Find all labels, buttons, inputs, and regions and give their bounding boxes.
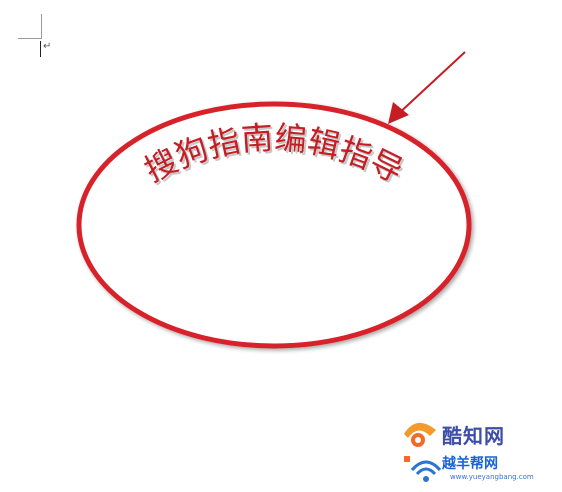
watermark-site-name-2: 越羊帮网 xyxy=(442,456,498,472)
arrow-head xyxy=(388,102,409,124)
kuzhi-logo-icon xyxy=(404,422,436,447)
watermark: 酷知网 越羊帮网 www.yueyangbang.com xyxy=(398,410,558,490)
arrow-icon xyxy=(388,51,466,124)
document-canvas: ↵ 搜狗指南编辑指导 搜狗指南编辑指导 酷知网 越羊帮网 www.yueyang… xyxy=(0,0,562,492)
wifi-logo-icon xyxy=(404,456,442,482)
watermark-url: www.yueyangbang.com xyxy=(450,473,534,481)
watermark-site-name-1: 酷知网 xyxy=(442,424,505,448)
arrow-shaft xyxy=(395,51,466,117)
